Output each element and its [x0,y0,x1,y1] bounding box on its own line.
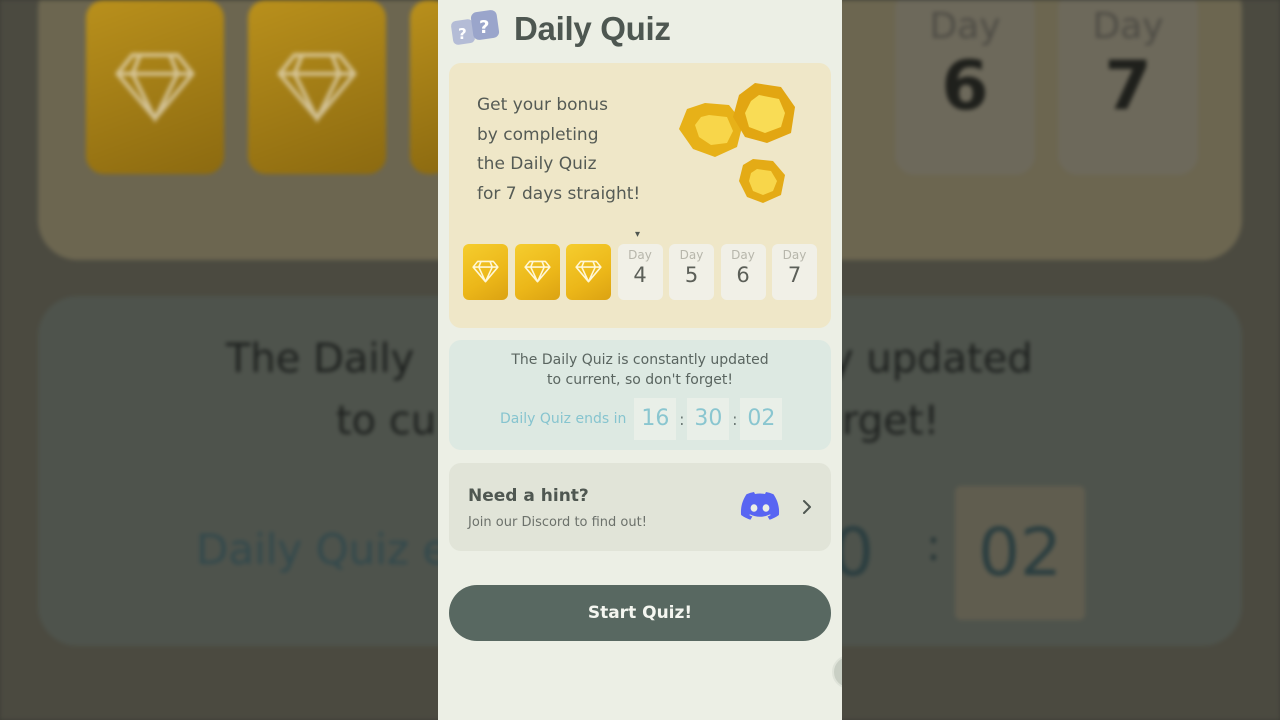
day-tile-completed [566,244,611,300]
countdown-timer: Daily Quiz ends in 16 : 30 : 02 [500,398,783,440]
timer-separator: : [732,409,738,429]
header: ? ? Daily Quiz [450,8,671,50]
discord-icon [740,491,780,523]
day-number: 6 [736,263,750,287]
bg-text: The Daily [226,336,415,382]
bg-text: to cu [336,398,437,444]
day-number: 7 [787,263,802,287]
bg-day-tile: Day 6 [895,0,1035,175]
timer-label: Daily Quiz ends in [500,411,627,427]
timer-seconds: 02 [740,398,783,440]
bg-gem-tile [248,0,386,174]
info-card: The Daily Quiz is constantly updated to … [449,340,831,450]
day-tile-upcoming: Day 5 [669,244,714,300]
day-tile-completed [463,244,508,300]
question-cards-icon: ? ? [450,8,502,50]
bonus-line: the Daily Quiz [477,154,597,174]
app-screen: ? ? Daily Quiz Get your bonus by complet… [438,0,842,720]
bg-timer-sep: : [926,520,941,571]
timer-minutes: 30 [687,398,730,440]
bg-gem-tile [86,0,224,174]
svg-text:?: ? [479,17,489,38]
day-label: Day [782,248,807,262]
page-title: Daily Quiz [514,10,671,47]
hint-title: Need a hint? [468,486,589,506]
info-line: to current, so don't forget! [547,372,733,388]
bonus-line: by completing [477,124,599,145]
day-tile-upcoming: Day 7 [772,244,817,300]
current-day-pointer: ▾ [635,229,641,240]
info-text: The Daily Quiz is constantly updated to … [449,350,831,390]
svg-text:?: ? [458,25,467,43]
gold-gems-icon [675,79,809,209]
start-quiz-button[interactable]: Start Quiz! [449,585,831,641]
bg-text: Daily Quiz e [196,525,449,574]
day-number: 4 [633,263,647,287]
floating-button[interactable] [832,655,842,689]
bonus-card: Get your bonus by completing the Daily Q… [449,63,831,328]
day-tile-current: Day 4 [617,244,663,300]
bg-text: rget! [842,398,940,444]
bonus-description: Get your bonus by completing the Daily Q… [477,91,677,209]
streak-days: Day 4 Day 5 Day 6 Day 7 [463,244,824,300]
day-label: Day [679,248,704,262]
bg-day-tile: Day 7 [1058,0,1198,175]
timer-separator: : [679,409,685,429]
day-tile-upcoming: Day 6 [720,244,766,300]
timer-hours: 16 [634,398,677,440]
bg-timer: 02 [955,486,1085,620]
day-number: 5 [684,263,699,287]
bonus-line: Get your bonus [477,95,608,115]
day-label: Day [731,248,755,262]
chevron-right-icon[interactable] [801,499,813,515]
bg-text: y updated [830,336,1033,382]
day-label: Day [628,248,652,262]
bonus-line: for 7 days straight! [477,183,641,204]
hint-subtitle: Join our Discord to find out! [468,515,647,530]
info-line: The Daily Quiz is constantly updated [511,352,769,368]
day-tile-completed [514,244,560,300]
discord-hint-card[interactable]: Need a hint? Join our Discord to find ou… [449,463,831,551]
